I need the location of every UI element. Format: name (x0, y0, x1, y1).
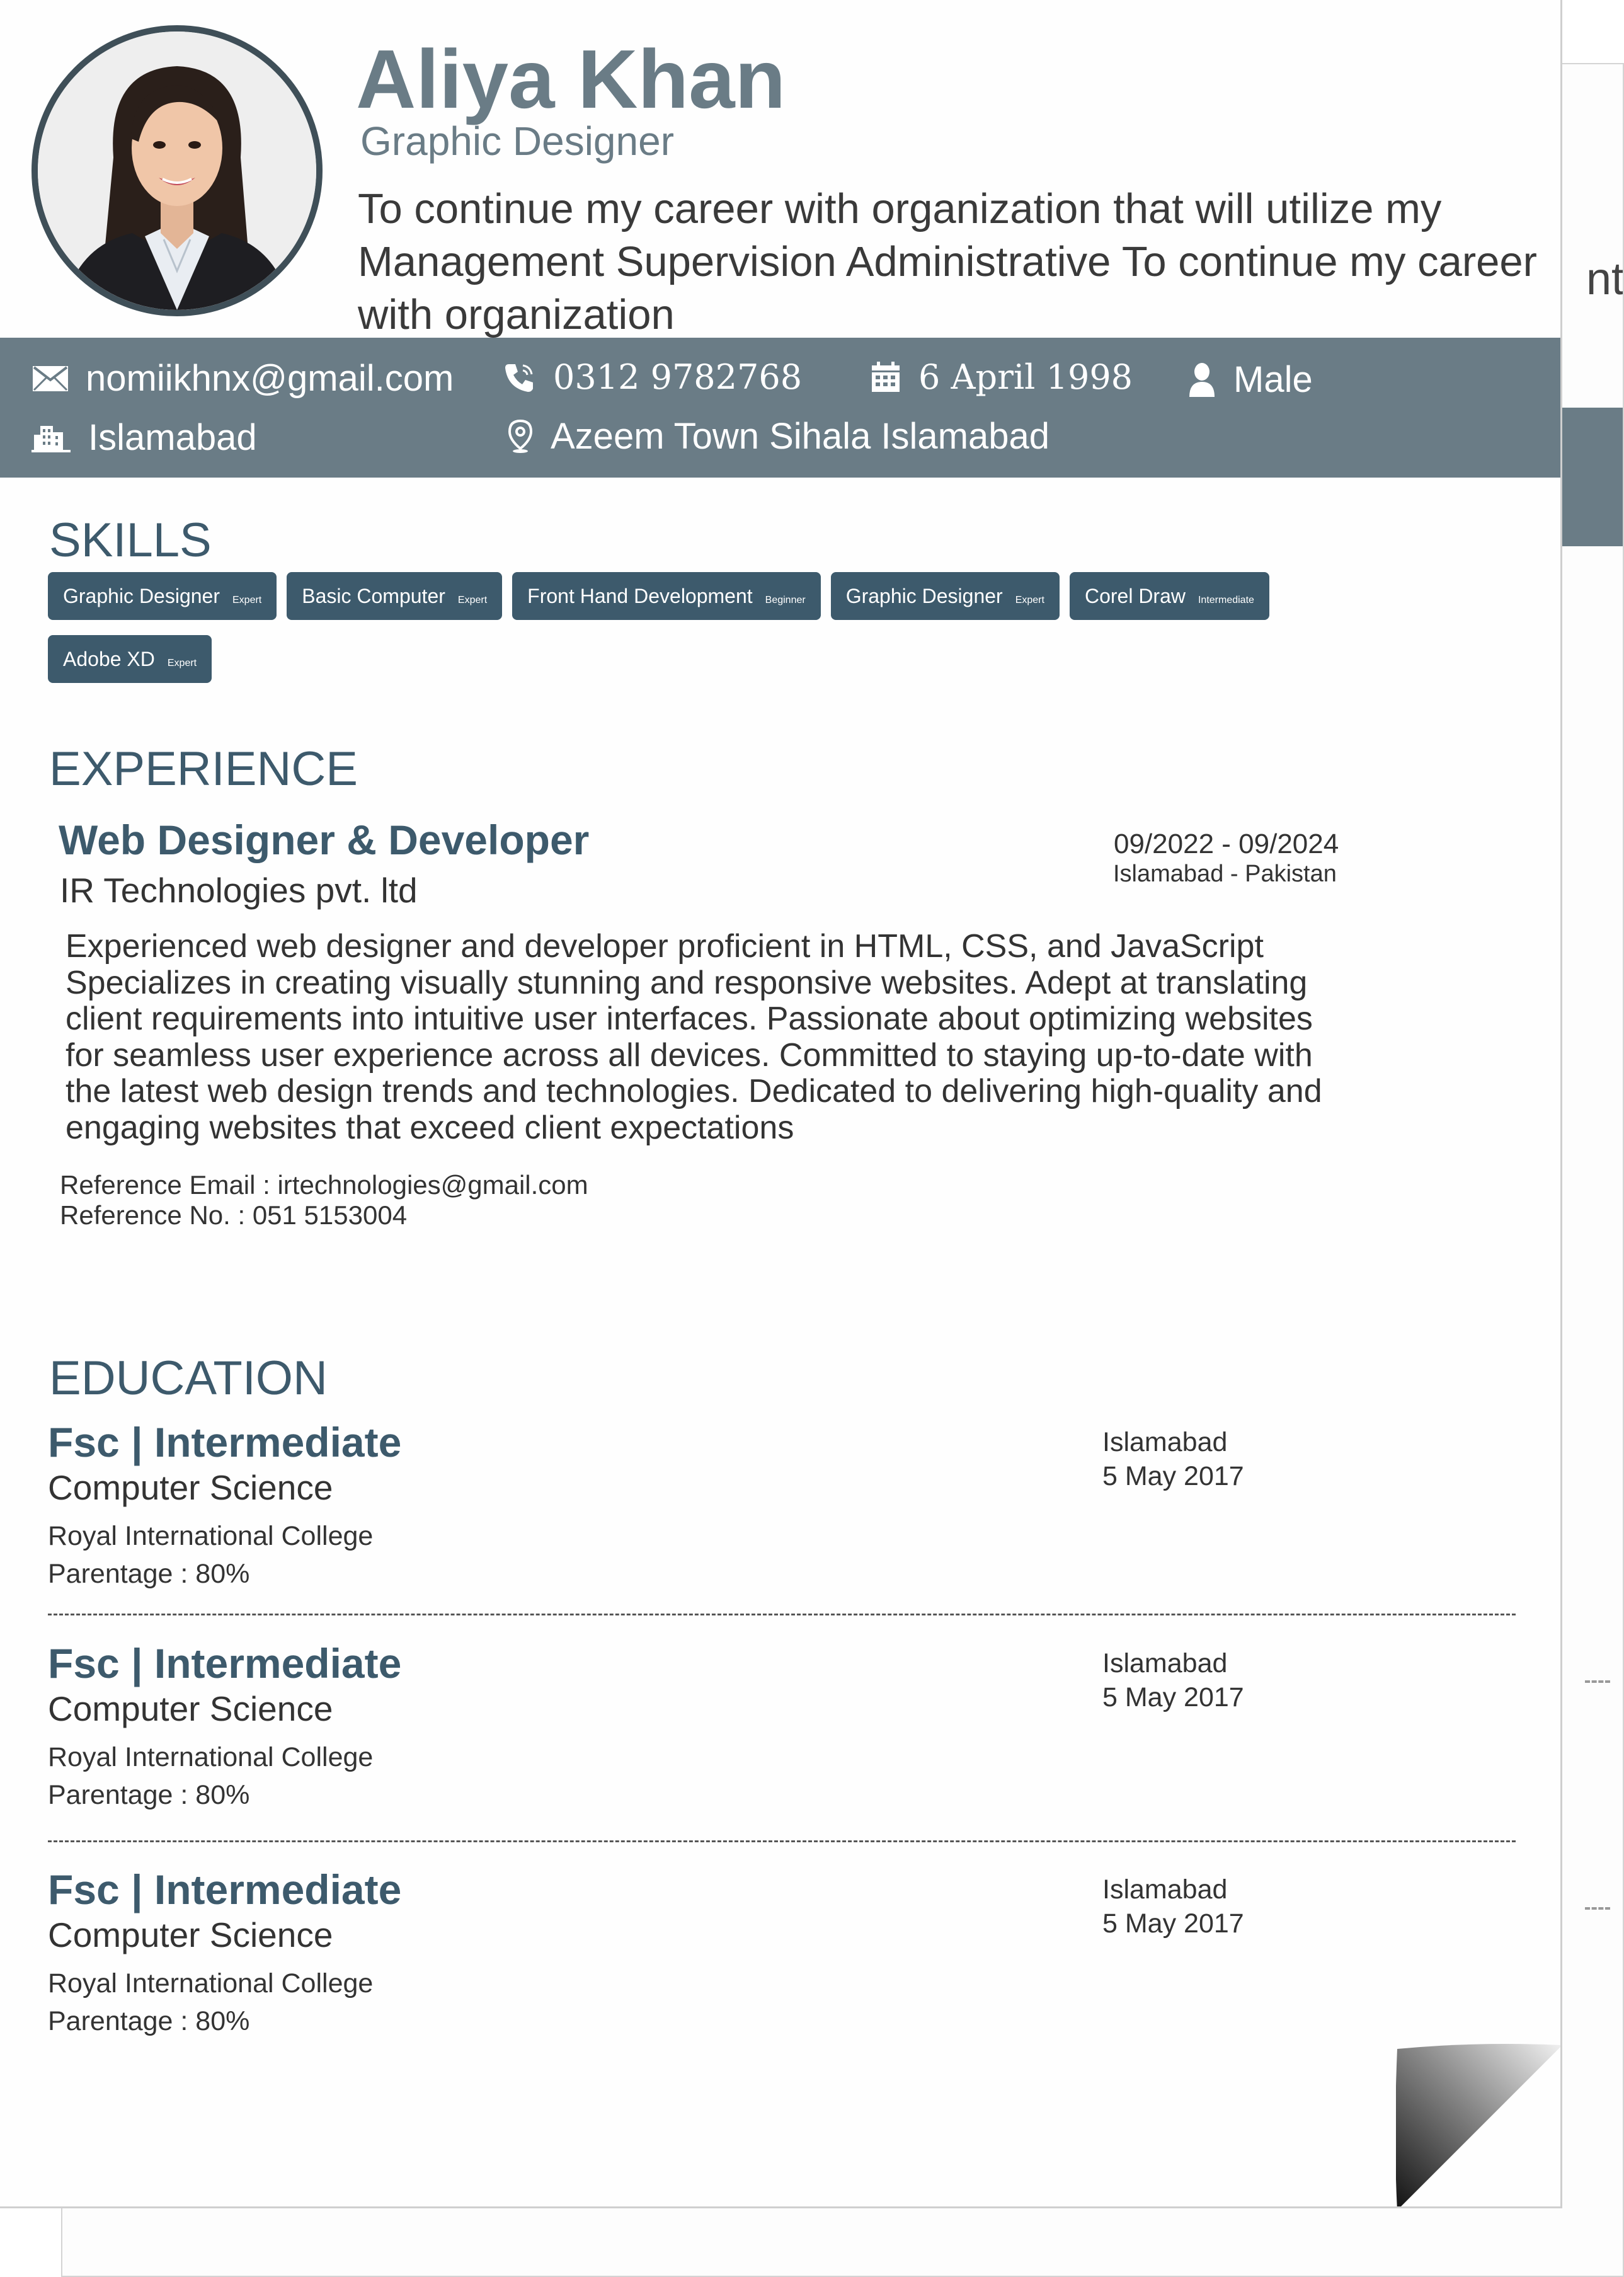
education-heading: EDUCATION (49, 1351, 328, 1405)
skill-name: Front Hand Development (527, 585, 753, 607)
education-date: 5 May 2017 (1102, 1461, 1244, 1491)
education-school: Royal International College (48, 1968, 374, 1999)
experience-company: IR Technologies pvt. ltd (60, 871, 418, 910)
education-field: Computer Science (48, 1915, 333, 1954)
contact-phone: 0312 9782768 (504, 360, 802, 394)
education-field: Computer Science (48, 1468, 333, 1507)
contact-email-text: nomiikhnx@gmail.com (86, 358, 454, 399)
contact-gender-text: Male (1233, 359, 1313, 400)
skill-level: Intermediate (1198, 595, 1254, 605)
candidate-name: Aliya Khan (356, 33, 786, 125)
skills-list: Graphic Designer Expert Basic Computer E… (48, 572, 1434, 698)
education-grade: Parentage : 80% (48, 1559, 250, 1589)
skill-tag: Graphic Designer Expert (48, 572, 277, 620)
skill-tag: Basic Computer Expert (287, 572, 503, 620)
skill-name: Graphic Designer (63, 585, 220, 607)
education-degree: Fsc | Intermediate (48, 1866, 402, 1913)
education-city: Islamabad (1102, 1874, 1228, 1905)
skill-tag: Adobe XD Expert (48, 635, 212, 683)
education-divider (48, 1614, 1516, 1615)
education-field: Computer Science (48, 1689, 333, 1728)
calendar-icon (872, 362, 900, 392)
phone-icon (505, 364, 533, 392)
education-grade: Parentage : 80% (48, 1780, 250, 1810)
background-sheet-text: nt (1586, 254, 1623, 304)
reference-email: Reference Email : irtechnologies@gmail.c… (60, 1170, 588, 1200)
skill-tag: Corel Draw Intermediate (1069, 572, 1269, 620)
education-entry: Fsc | Intermediate Computer Science Roya… (48, 1869, 1516, 2058)
skill-name: Basic Computer (302, 585, 445, 607)
experience-dates: 09/2022 - 09/2024 (1114, 829, 1339, 859)
education-city: Islamabad (1102, 1427, 1228, 1457)
location-pin-icon (508, 420, 533, 453)
skill-name: Graphic Designer (845, 585, 1003, 607)
education-entry: Fsc | Intermediate Computer Science Roya… (48, 1643, 1516, 1832)
education-entry: Fsc | Intermediate Computer Science Roya… (48, 1421, 1516, 1610)
experience-role: Web Designer & Developer (59, 817, 590, 863)
skill-level: Expert (232, 595, 262, 605)
background-sheet-divider (1585, 1680, 1610, 1683)
background-sheet-divider (1585, 1907, 1610, 1910)
skill-level: Expert (1015, 595, 1044, 605)
envelope-icon (33, 366, 68, 391)
contact-phone-text: 0312 9782768 (553, 357, 803, 397)
skill-tag: Front Hand Development Beginner (512, 572, 821, 620)
contact-city-text: Islamabad (88, 417, 257, 458)
contact-city: Islamabad (31, 420, 257, 456)
education-school: Royal International College (48, 1742, 374, 1772)
contact-email: nomiikhnx@gmail.com (33, 360, 454, 397)
skill-level: Expert (167, 658, 197, 668)
job-title: Graphic Designer (360, 118, 674, 164)
education-degree: Fsc | Intermediate (48, 1419, 402, 1465)
resume-page: Aliya Khan Graphic Designer To continue … (0, 0, 1562, 2208)
contact-band: nomiikhnx@gmail.com 0312 9782768 6 April… (0, 338, 1560, 478)
experience-heading: EXPERIENCE (49, 742, 358, 796)
reference-number: Reference No. : 051 5153004 (60, 1200, 408, 1230)
contact-address: Azeem Town Sihala Islamabad (508, 418, 1049, 455)
contact-address-text: Azeem Town Sihala Islamabad (551, 416, 1050, 457)
contact-gender: Male (1188, 362, 1313, 398)
building-icon (31, 426, 71, 452)
education-grade: Parentage : 80% (48, 2006, 250, 2036)
profile-photo (31, 25, 323, 316)
education-degree: Fsc | Intermediate (48, 1640, 402, 1687)
education-divider (48, 1840, 1516, 1842)
contact-dob-text: 6 April 1998 (918, 357, 1133, 397)
education-date: 5 May 2017 (1102, 1908, 1244, 1939)
education-city: Islamabad (1102, 1648, 1228, 1678)
experience-location: Islamabad - Pakistan (1113, 861, 1337, 887)
experience-description: Experienced web designer and developer p… (66, 928, 1322, 1146)
skill-name: Adobe XD (63, 648, 155, 670)
education-school: Royal International College (48, 1521, 374, 1551)
skill-level: Beginner (765, 595, 806, 605)
skill-level: Expert (457, 595, 488, 605)
education-date: 5 May 2017 (1102, 1682, 1244, 1712)
page-curl (1396, 2044, 1560, 2206)
skills-heading: SKILLS (49, 513, 212, 567)
contact-dob: 6 April 1998 (871, 360, 1133, 394)
skill-tag: Graphic Designer Expert (830, 572, 1060, 620)
user-icon (1189, 363, 1215, 397)
career-objective: To continue my career with organization … (358, 185, 1537, 338)
skill-name: Corel Draw (1084, 585, 1186, 607)
